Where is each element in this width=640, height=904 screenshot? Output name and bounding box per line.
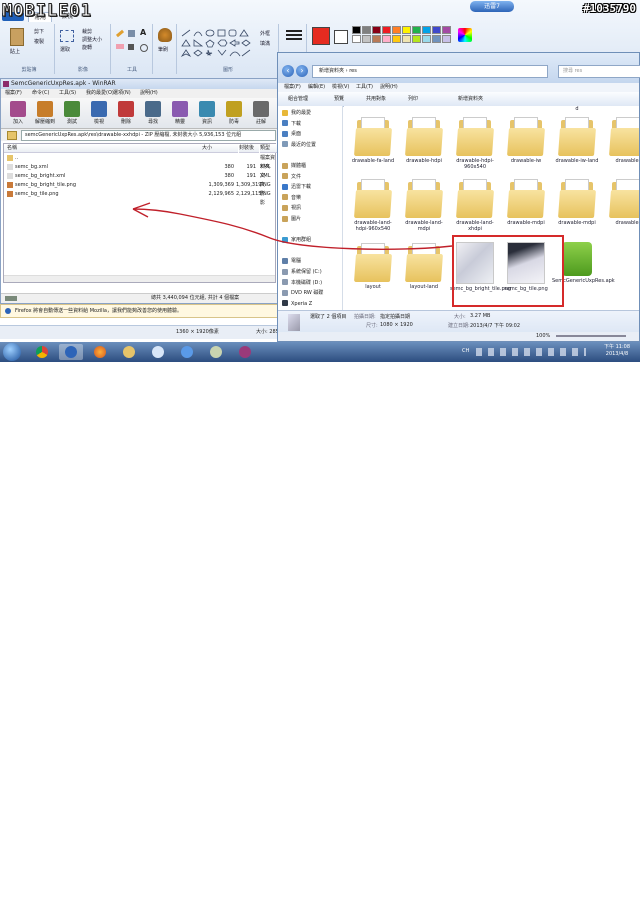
taskbar-app-button[interactable] [59,344,83,360]
taskbar-app-button[interactable] [204,344,228,360]
xunlei-icon [181,346,193,358]
winrar-icon [239,346,251,358]
input-language[interactable]: CH [462,348,469,354]
explorer-icon [123,346,135,358]
taskbar-app-button[interactable] [175,344,199,360]
taskbar: CH 下午 11:08 2013/4/8 [0,342,640,362]
clock[interactable]: 下午 11:08 2013/4/8 [604,344,630,358]
notepad-icon [210,346,222,358]
taskbar-app-button[interactable] [88,344,112,360]
tray-icons [476,348,586,356]
taskbar-app-button[interactable] [30,344,54,360]
taskbar-app-button[interactable] [233,344,257,360]
firefox-icon [94,346,106,358]
annotation-arrow [132,202,453,250]
taskbar-app-button[interactable] [146,344,170,360]
chrome-icon [36,346,48,358]
paint-icon [152,346,164,358]
taskbar-app-button[interactable] [117,344,141,360]
thunder-icon [65,346,77,358]
clock-time: 下午 11:08 [604,344,630,350]
start-button[interactable] [3,343,21,361]
clock-date: 2013/4/8 [605,351,629,357]
